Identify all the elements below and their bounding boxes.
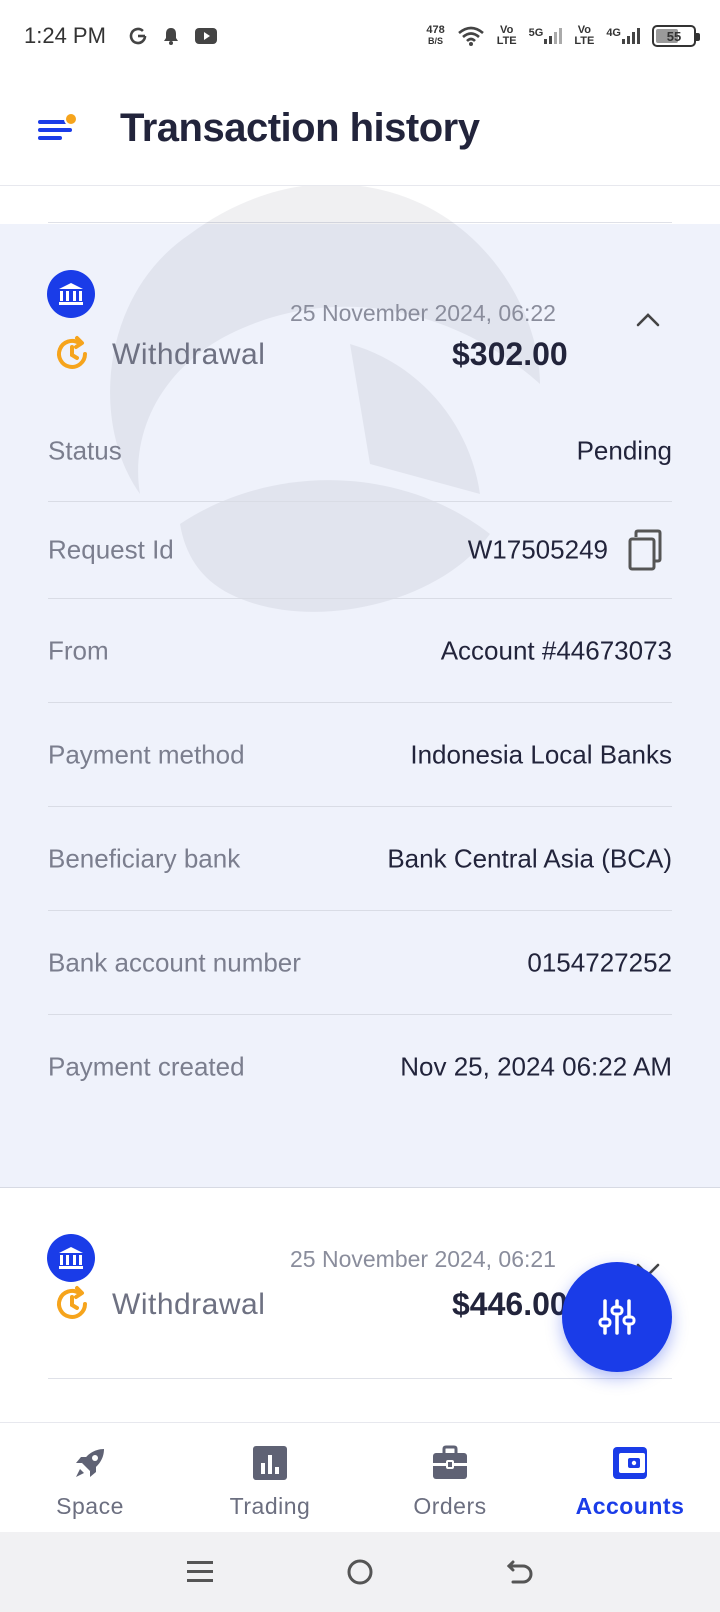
notification-icons (128, 26, 218, 46)
sliders-icon (598, 1299, 636, 1335)
transaction-type: Withdrawal (112, 1288, 266, 1321)
nav-label: Trading (229, 1493, 311, 1519)
nav-label: Space (56, 1493, 124, 1519)
battery-icon: 55 (652, 25, 700, 47)
nav-item-trading[interactable]: Trading (180, 1423, 360, 1532)
payment-created-value: Nov 25, 2024 06:22 AM (400, 1051, 672, 1082)
nav-label: Accounts (575, 1493, 685, 1519)
detail-row-status: Status Pending (48, 400, 672, 502)
from-value: Account #44673073 (440, 635, 672, 665)
request-id-value: W17505249 (467, 534, 608, 565)
status-indicators: 478 B/S Vo LTE 5G Vo LTE 4G 55 (426, 24, 700, 47)
bell-icon (163, 28, 178, 45)
wallet-icon (613, 1447, 647, 1479)
volte-1: Vo LTE (496, 24, 517, 47)
detail-label: Bank account number (48, 947, 301, 977)
signal-4g: 4G (606, 28, 640, 44)
detail-row-beneficiary-bank: Beneficiary bank Bank Central Asia (BCA) (48, 807, 672, 911)
divider (48, 1378, 672, 1379)
nav-item-accounts[interactable]: Accounts (540, 1423, 720, 1532)
signal-bars-icon (544, 28, 563, 44)
transaction-list[interactable]: 25 November 2024, 06:22 Withdrawal $302.… (0, 186, 720, 1422)
detail-label: Status (48, 435, 122, 465)
signal-5g: 5G (529, 28, 563, 44)
pending-clock-icon (57, 336, 87, 369)
transaction-date: 25 November 2024, 06:21 (290, 1246, 556, 1272)
detail-label: From (48, 635, 109, 665)
signal-bars-icon (622, 28, 640, 44)
back-button[interactable] (500, 1552, 540, 1592)
google-icon (129, 27, 147, 45)
bottom-nav: Space Trading Orders Accounts (0, 1422, 720, 1532)
bank-icon (47, 1234, 95, 1282)
payment-method-value: Indonesia Local Banks (410, 739, 672, 769)
status-bar: 1:24 PM 478 B/S Vo LTE 5G Vo LTE 4G 55 (0, 0, 720, 72)
status-time: 1:24 PM (24, 23, 106, 48)
wifi-icon (457, 26, 484, 46)
page-title: Transaction history (120, 106, 480, 150)
detail-row-from: From Account #44673073 (48, 599, 672, 703)
nav-label: Orders (413, 1493, 487, 1519)
rocket-icon (76, 1449, 104, 1477)
detail-label: Beneficiary bank (48, 843, 241, 873)
detail-label: Payment method (48, 739, 245, 769)
briefcase-icon (433, 1445, 467, 1479)
detail-row-request-id: Request Id W17505249 (48, 502, 672, 599)
chevron-up-icon[interactable] (632, 304, 664, 336)
filter-button[interactable] (562, 1262, 672, 1372)
transaction-card-expanded[interactable]: 25 November 2024, 06:22 Withdrawal $302.… (0, 186, 720, 1188)
home-button[interactable] (340, 1552, 380, 1592)
chart-icon (253, 1446, 287, 1480)
menu-button[interactable] (36, 110, 80, 146)
status-value: Pending (576, 435, 672, 465)
copy-icon[interactable] (626, 529, 664, 571)
transaction-type: Withdrawal (112, 338, 266, 371)
app-header: Transaction history (0, 72, 720, 186)
pending-clock-icon (57, 1286, 87, 1319)
beneficiary-bank-value: Bank Central Asia (BCA) (387, 843, 672, 873)
transaction-amount: $302.00 (452, 336, 568, 372)
divider (48, 222, 672, 223)
recent-apps-button[interactable] (180, 1552, 220, 1592)
system-nav (0, 1532, 720, 1612)
bank-icon (47, 270, 95, 318)
back-arrow-icon (506, 1560, 533, 1584)
nav-item-orders[interactable]: Orders (360, 1423, 540, 1532)
notification-dot (64, 112, 78, 126)
detail-row-bank-account-number: Bank account number 0154727252 (48, 911, 672, 1015)
net-speed: 478 B/S (426, 24, 445, 47)
detail-row-payment-method: Payment method Indonesia Local Banks (48, 703, 672, 807)
transaction-amount: $446.00 (452, 1286, 568, 1322)
detail-row-payment-created: Payment created Nov 25, 2024 06:22 AM (48, 1015, 672, 1119)
youtube-icon (194, 28, 217, 44)
volte-2: Vo LTE (574, 24, 595, 47)
nav-item-space[interactable]: Space (0, 1423, 180, 1532)
detail-label: Payment created (48, 1051, 245, 1082)
home-circle-icon (347, 1559, 373, 1585)
detail-label: Request Id (48, 534, 174, 565)
transaction-date: 25 November 2024, 06:22 (290, 300, 556, 326)
menu-lines-icon (187, 1561, 213, 1582)
bank-account-number-value: 0154727252 (527, 947, 672, 977)
